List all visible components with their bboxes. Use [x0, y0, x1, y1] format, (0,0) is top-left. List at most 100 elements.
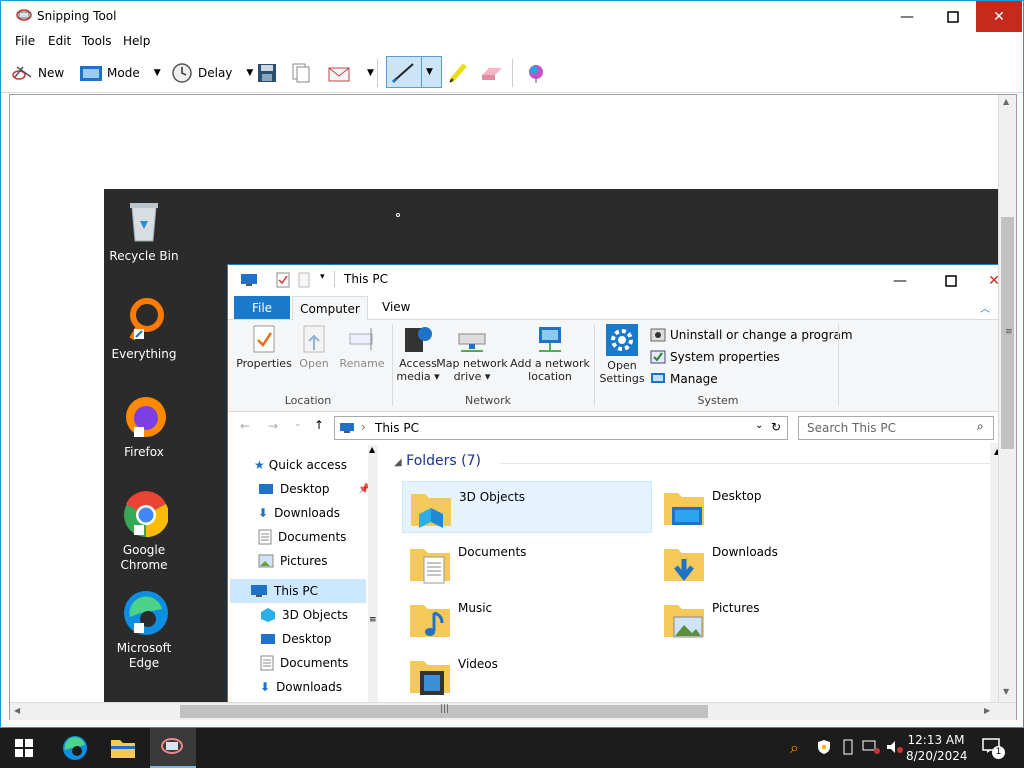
paint3d-icon: [529, 65, 543, 83]
mode-button[interactable]: Mode ▼: [79, 59, 161, 87]
uninstall-program-button[interactable]: Uninstall or change a program: [650, 328, 853, 342]
explorer-maximize-button[interactable]: [928, 265, 974, 296]
taskbar-snipping-tool[interactable]: [150, 728, 196, 768]
menu-edit[interactable]: Edit: [48, 34, 71, 48]
nav-scrollbar[interactable]: ▲ ≡: [368, 445, 378, 702]
new-folder-icon[interactable]: [298, 272, 310, 291]
folders-section-header[interactable]: ◢ Folders (7): [394, 453, 481, 469]
folder-videos[interactable]: Videos: [402, 649, 652, 701]
quick-properties-icon[interactable]: [276, 272, 290, 291]
folder-desktop[interactable]: Desktop: [656, 481, 906, 533]
search-tray-icon[interactable]: ⌕: [790, 738, 799, 758]
clock-time: 12:13 AM: [907, 733, 965, 747]
address-box[interactable]: › This PC ⌄ ↻: [334, 416, 788, 440]
documents-icon: [258, 529, 272, 545]
new-button[interactable]: New: [11, 59, 64, 87]
up-arrow-icon[interactable]: ↑: [314, 418, 324, 432]
folder-documents[interactable]: Documents: [402, 537, 652, 589]
folder-videos-icon: [410, 661, 450, 695]
folder-documents-icon: [410, 549, 450, 584]
tab-computer[interactable]: Computer: [292, 296, 368, 320]
tab-view[interactable]: View: [382, 300, 410, 314]
network-icon[interactable]: [862, 740, 880, 757]
toolbar-separator: [377, 59, 378, 87]
3d-objects-icon: [261, 608, 275, 622]
forward-arrow-icon[interactable]: →: [268, 419, 278, 433]
desktop-icon-everything[interactable]: Everything: [106, 295, 182, 362]
security-shield-icon[interactable]: [816, 739, 832, 758]
desktop-icon-chrome[interactable]: Google Chrome: [106, 491, 182, 573]
star-icon: ★: [254, 458, 265, 472]
recent-chevron-icon[interactable]: ⌄: [294, 419, 302, 429]
volume-muted-icon[interactable]: [886, 740, 904, 757]
open-settings-button[interactable]: Open Settings: [598, 324, 646, 385]
desktop-icon-firefox[interactable]: Firefox: [106, 393, 182, 460]
desktop-icon-edge[interactable]: Microsoft Edge: [106, 589, 182, 671]
folder-downloads[interactable]: Downloads: [656, 537, 906, 589]
clock-date: 8/20/2024: [906, 749, 968, 763]
open-button[interactable]: Open: [294, 324, 334, 370]
search-icon: ⌕: [977, 419, 984, 433]
firefox-icon: [120, 393, 168, 441]
copy-button[interactable]: [291, 59, 311, 87]
properties-button[interactable]: Properties: [236, 324, 292, 370]
map-network-drive-button[interactable]: Map network drive ▾: [436, 324, 508, 383]
folder-music[interactable]: Music: [402, 593, 652, 645]
menu-help[interactable]: Help: [123, 34, 150, 48]
vertical-scrollbar[interactable]: ▲ ≡ ▼: [998, 95, 1016, 702]
back-arrow-icon[interactable]: ←: [240, 419, 250, 433]
send-snip-button[interactable]: ▼: [327, 59, 374, 87]
settings-gear-icon: [606, 324, 638, 356]
recycle-bin-icon: [120, 197, 168, 245]
horizontal-scrollbar[interactable]: ◀ ||| ▶: [10, 702, 1016, 720]
file-explorer-window: ▾ This PC — ✕ File Computer View ︿ Prope…: [227, 264, 998, 702]
tab-file[interactable]: File: [234, 296, 290, 319]
collapse-ribbon-icon[interactable]: ︿: [980, 300, 990, 315]
chevron-down-icon[interactable]: ▾: [320, 272, 325, 282]
pen-button[interactable]: ▼: [386, 56, 442, 88]
content-scrollbar[interactable]: ▲▼: [990, 443, 998, 702]
explorer-close-button[interactable]: ✕: [980, 265, 998, 296]
minimize-button[interactable]: —: [884, 1, 930, 32]
highlighter-button[interactable]: [447, 59, 469, 87]
cursor-dot: [396, 213, 400, 217]
chevron-down-icon[interactable]: ⌄: [755, 420, 763, 431]
rename-button[interactable]: Rename: [338, 324, 386, 370]
taskbar-edge[interactable]: [52, 728, 98, 768]
access-media-button[interactable]: Access media ▾: [394, 324, 442, 383]
search-box[interactable]: Search This PC ⌕: [798, 416, 994, 440]
folder-pictures[interactable]: Pictures: [656, 593, 906, 645]
ribbon-tabs: File Computer View ︿: [228, 296, 998, 320]
menu-file[interactable]: File: [15, 34, 35, 48]
clock[interactable]: 12:13 AM 8/20/2024: [906, 732, 968, 764]
usb-icon[interactable]: [842, 739, 854, 758]
rename-icon: [349, 328, 373, 350]
desktop-icon: [261, 634, 275, 644]
add-network-location-button[interactable]: Add a network location: [510, 324, 590, 383]
copy-icon: [292, 63, 310, 83]
scroll-up-arrow: ▲: [1003, 97, 1010, 106]
paint3d-button[interactable]: [525, 59, 547, 87]
explorer-minimize-button[interactable]: —: [877, 265, 923, 296]
start-button[interactable]: [0, 728, 48, 768]
nav-this-pc[interactable]: This PC: [230, 579, 366, 603]
snipping-tool-icon: [15, 7, 33, 28]
manage-button[interactable]: Manage: [650, 372, 718, 386]
refresh-icon[interactable]: ↻: [771, 420, 781, 434]
folder-3d-objects[interactable]: 3D Objects: [402, 481, 652, 533]
system-properties-button[interactable]: System properties: [650, 350, 780, 364]
folder-downloads-icon: [664, 549, 704, 582]
eraser-button[interactable]: [479, 59, 505, 87]
folder-desktop-icon: [664, 493, 704, 525]
documents-icon: [260, 655, 274, 671]
taskbar-file-explorer[interactable]: [100, 728, 146, 768]
maximize-button[interactable]: [930, 1, 976, 32]
envelope-icon: [328, 67, 350, 82]
desktop-icon-recycle-bin[interactable]: Recycle Bin: [106, 197, 182, 264]
menu-tools[interactable]: Tools: [82, 34, 112, 48]
close-button[interactable]: ✕: [976, 1, 1022, 32]
notifications-button[interactable]: 1: [982, 738, 1005, 759]
delay-button[interactable]: Delay ▼: [171, 59, 253, 87]
chevron-down-icon: ▼: [246, 68, 254, 78]
save-button[interactable]: [257, 59, 277, 87]
